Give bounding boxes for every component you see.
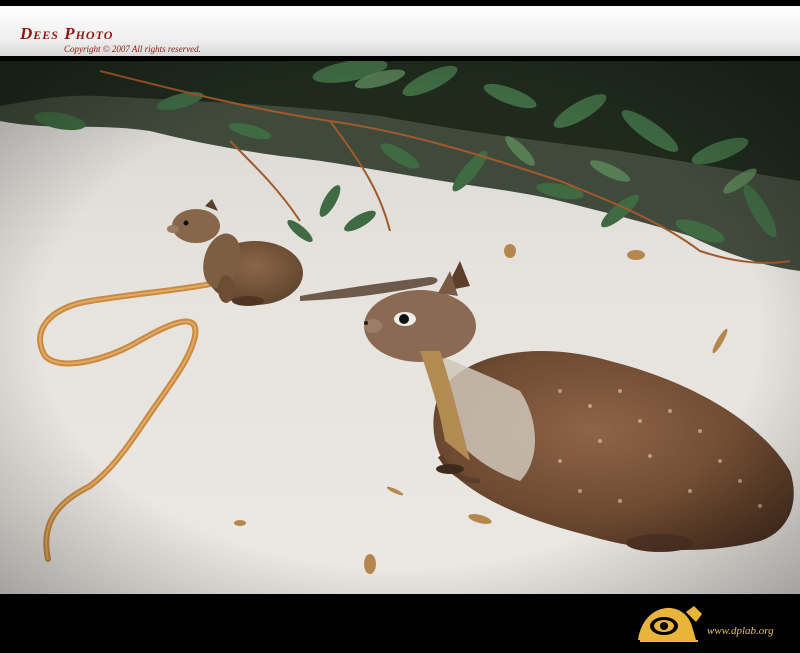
footer-bar: www.dplab.org [0, 596, 800, 653]
dplab-eye-logo-icon [638, 606, 702, 642]
squirrels-photo [0, 61, 800, 594]
header-bar: Dees Photo Copyright © 2007 All rights r… [0, 6, 800, 56]
photo-frame: Dees Photo Copyright © 2007 All rights r… [0, 0, 800, 653]
brand-title: Dees Photo [20, 24, 114, 43]
copyright-text: Copyright © 2007 All rights reserved. [64, 44, 201, 54]
website-url: www.dplab.org [707, 625, 774, 637]
